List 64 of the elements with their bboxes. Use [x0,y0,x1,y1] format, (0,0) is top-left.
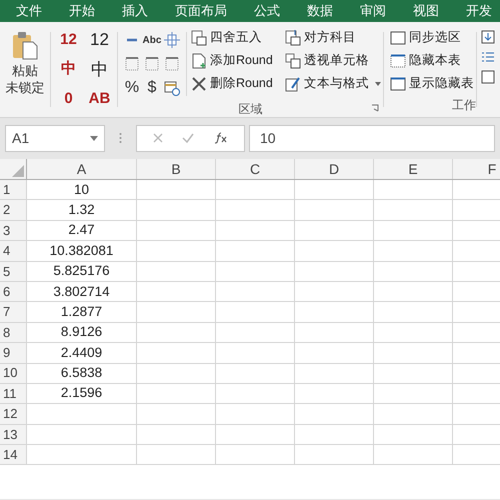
group-label: 工作 [452,97,476,114]
table-cell: 8.9126 [27,322,137,344]
menu-tab[interactable]: 开始 [69,1,95,21]
group-label: 区域 [238,101,262,117]
row-header[interactable]: 3 [0,220,27,242]
ribbon-button[interactable]: 删除Round [191,72,283,95]
format-button[interactable]: Abc [142,32,162,48]
format-button[interactable]: 中 [91,56,108,82]
row-header[interactable]: 5 [0,262,27,282]
ribbon-button[interactable]: 文本与格式 [285,72,383,95]
row-header[interactable]: 11 [0,384,27,404]
column-header[interactable]: F [453,159,500,179]
menu-tab[interactable]: 开发 [466,1,492,21]
column-header[interactable]: E [374,159,453,179]
format-button[interactable]: % [124,76,140,100]
row-header[interactable]: 9 [0,343,27,364]
ribbon-button[interactable]: 透视单元格 [285,49,383,72]
column-header[interactable]: A [27,159,137,179]
format-button[interactable]: 12 [90,27,109,53]
format-button[interactable]: AB [88,88,110,111]
format-button[interactable]: $ [148,76,156,100]
table-cell: 2.1596 [27,384,137,404]
menu-tab[interactable]: 数据 [307,1,333,21]
paste-sublabel[interactable]: 未锁定 [6,79,44,96]
format-button[interactable]: 12 [60,28,77,52]
ribbon-button[interactable]: 显示隐藏表 [390,72,476,95]
ribbon-button[interactable]: 同步选区 [390,26,476,49]
menu-tab[interactable]: 插入 [122,1,148,21]
table-cell: 2.47 [27,220,137,242]
row-header[interactable]: 4 [0,241,27,262]
format-button[interactable]: 中 [61,58,76,81]
formula-field[interactable]: 10 [249,124,495,152]
table-cell: 1.32 [27,200,137,221]
ribbon-button[interactable]: 对方科目 [285,26,383,49]
format-button[interactable]: 0 [64,88,73,111]
paste-label[interactable]: 粘贴 [12,62,38,79]
row-header[interactable]: 13 [0,424,27,446]
row-header[interactable]: 2 [0,200,27,221]
table-cell: 2.4409 [27,343,137,364]
table-cell: 6.5838 [27,364,137,384]
row-header[interactable]: 10 [0,364,27,384]
menu-tab[interactable]: 视图 [413,1,439,21]
table-cell: 10 [27,180,137,200]
menu-tab[interactable]: 公式 [254,1,280,21]
menu-tab[interactable]: 文件 [16,1,42,21]
column-header[interactable]: D [295,159,374,179]
menu-tab[interactable]: 页面布局 [175,1,227,21]
ribbon-button[interactable]: 四舍五入 [191,26,283,49]
table-cell: 5.825176 [27,262,137,282]
name-box[interactable]: A1 [5,124,105,152]
menu-tab[interactable]: 审阅 [360,1,386,21]
row-header[interactable]: 12 [0,404,27,425]
column-header[interactable]: C [216,159,295,179]
row-header[interactable]: 8 [0,322,27,344]
row-header[interactable]: 7 [0,302,27,323]
column-header[interactable]: B [137,159,216,179]
ribbon-button[interactable]: 添加Round [191,49,283,72]
row-header[interactable]: 6 [0,282,27,302]
ribbon-button[interactable]: 隐藏本表 [390,49,476,72]
row-header[interactable]: 14 [0,445,27,466]
row-header[interactable]: 1 [0,180,27,200]
table-cell: 1.2877 [27,302,137,323]
table-cell: 10.382081 [27,241,137,262]
table-cell: 3.802714 [27,282,137,302]
